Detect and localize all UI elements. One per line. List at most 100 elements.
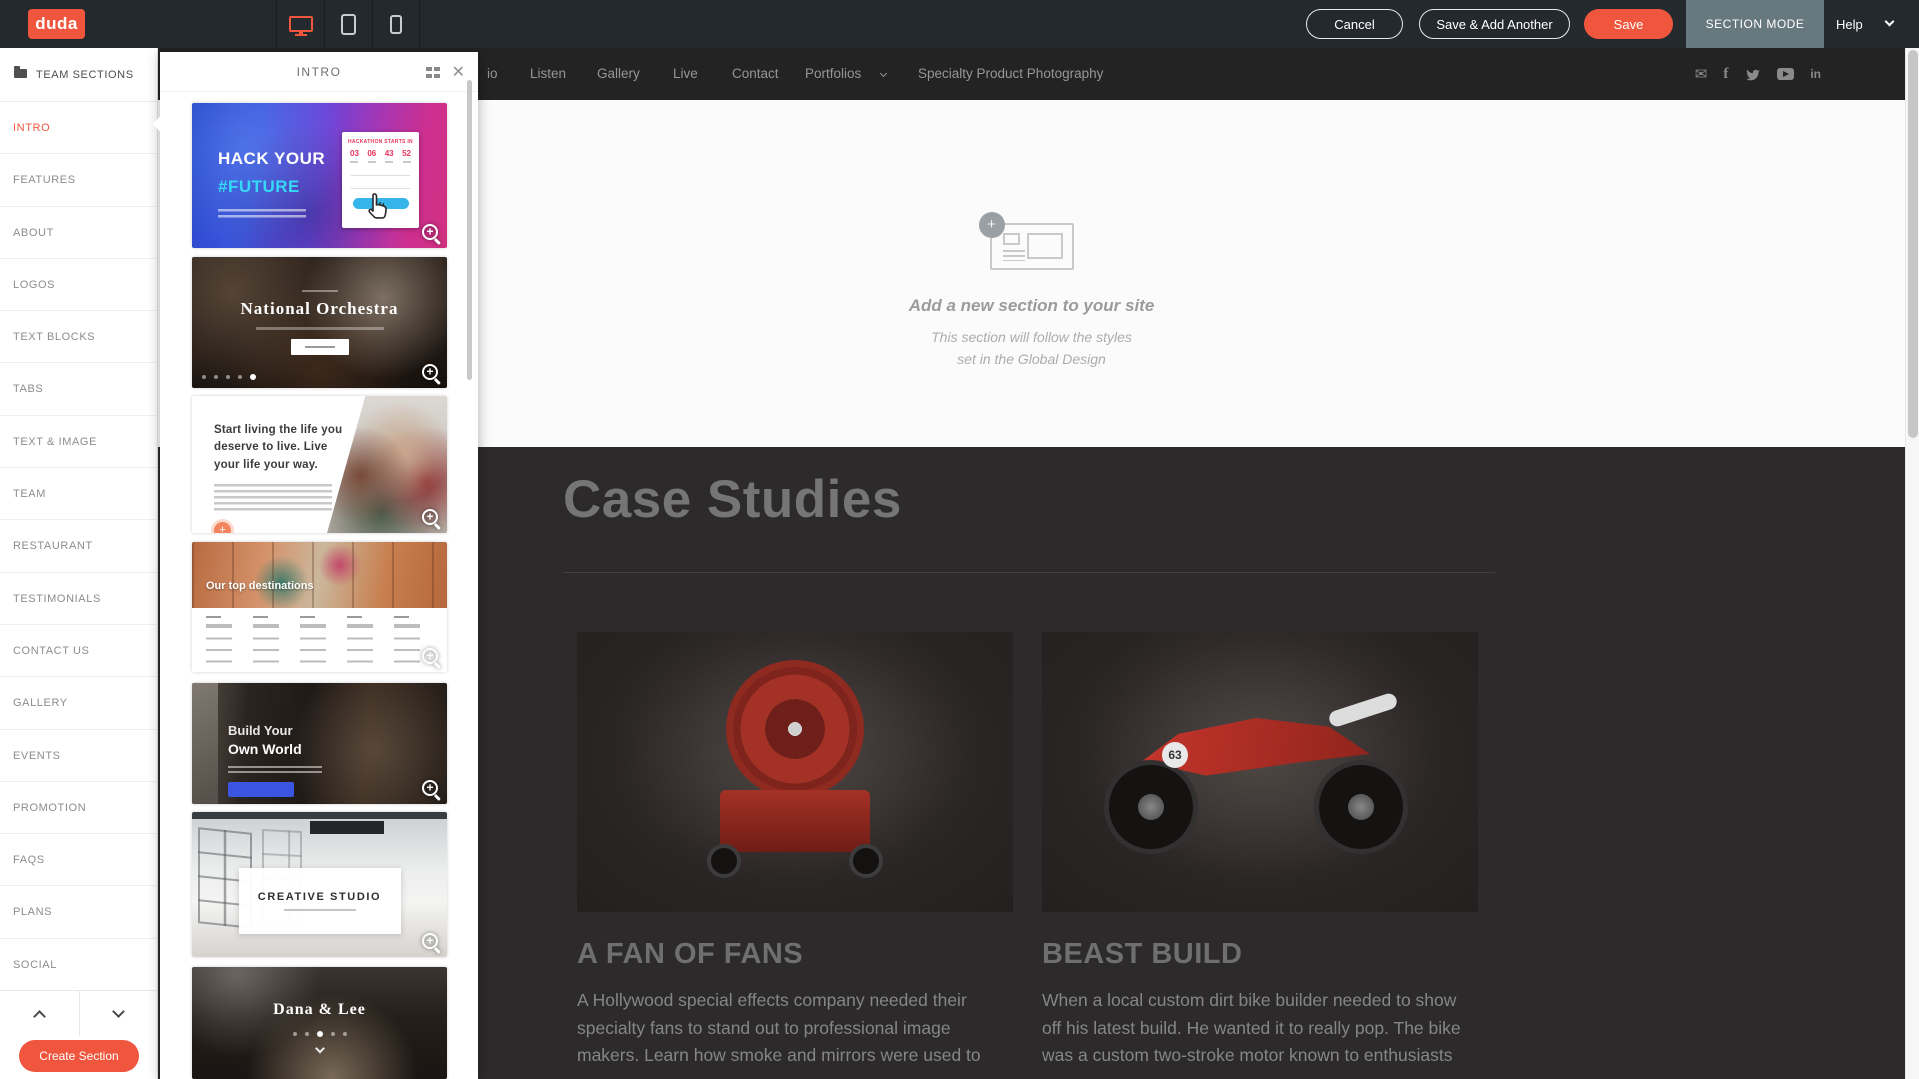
mobile-preview-button[interactable]	[372, 0, 420, 48]
sidebar-item-social[interactable]: SOCIAL	[0, 939, 157, 991]
youtube-icon[interactable]	[1777, 68, 1794, 80]
device-preview-switcher	[276, 0, 420, 48]
preview-magnifier-icon[interactable]	[422, 780, 438, 796]
wireframe-media-box	[1027, 233, 1063, 259]
sidebar-item-tabs[interactable]: TABS	[0, 363, 157, 415]
sections-sidebar: TEAM SECTIONS INTRO FEATURES ABOUT LOGOS…	[0, 48, 158, 1079]
case-study-card-bike: 63 BEAST BUILD When a local custom dirt …	[1042, 632, 1478, 1070]
scroll-down-button[interactable]	[79, 991, 158, 1036]
panel-title: INTRO	[160, 52, 478, 92]
template-thumb-orchestra[interactable]: National Orchestra	[192, 257, 447, 388]
template-thumb-hackathon[interactable]: HACK YOUR #FUTURE HACKATHON STARTS IN 03…	[192, 103, 447, 248]
countdown-digit: 03	[350, 149, 359, 158]
close-icon[interactable]: ✕	[452, 62, 465, 82]
fan-wheel-shape	[707, 844, 741, 878]
thumb-title-bold: Own World	[228, 741, 302, 757]
sidebar-item-about[interactable]: ABOUT	[0, 207, 157, 259]
site-nav-item-partial[interactable]: io	[487, 48, 498, 100]
linkedin-icon[interactable]: in	[1810, 67, 1821, 81]
sidebar-item-testimonials[interactable]: TESTIMONIALS	[0, 573, 157, 625]
preview-magnifier-icon[interactable]	[422, 648, 438, 664]
site-nav-item-specialty[interactable]: Specialty Product Photography	[918, 48, 1103, 100]
preview-magnifier-icon[interactable]	[422, 364, 438, 380]
countdown-value: 03	[350, 149, 359, 163]
desktop-preview-button[interactable]	[276, 0, 324, 48]
street-photo-placeholder	[192, 542, 447, 608]
preview-magnifier-icon[interactable]	[422, 509, 438, 525]
countdown-numbers: 03 06 43 52	[342, 145, 419, 163]
help-chevron-down-icon[interactable]	[1885, 17, 1895, 27]
fan-machine-image	[577, 632, 1013, 912]
site-nav-item-gallery[interactable]: Gallery	[597, 48, 640, 100]
sidebar-item-restaurant[interactable]: RESTAURANT	[0, 520, 157, 572]
sidebar-item-events[interactable]: EVENTS	[0, 730, 157, 782]
template-thumb-creative-studio[interactable]: CREATIVE STUDIO	[192, 812, 447, 957]
template-thumb-destinations[interactable]: Our top destinations	[192, 542, 447, 672]
sidebar-item-text-image[interactable]: TEXT & IMAGE	[0, 416, 157, 468]
countdown-value: 52	[402, 149, 411, 163]
sidebar-item-promotion[interactable]: PROMOTION	[0, 782, 157, 834]
cta-button-placeholder	[291, 339, 349, 355]
sidebar-item-faqs[interactable]: FAQS	[0, 834, 157, 886]
thumb-title: CREATIVE STUDIO	[258, 891, 381, 903]
case-study-text: A Hollywood special effects company need…	[577, 987, 1013, 1070]
site-social-icons: ✉ f in	[1695, 48, 1821, 100]
sidebar-item-logos[interactable]: LOGOS	[0, 259, 157, 311]
site-nav-item-portfolios[interactable]: Portfolios	[805, 48, 861, 100]
sidebar-item-plans[interactable]: PLANS	[0, 886, 157, 938]
intro-sections-panel: INTRO ✕ HACK YOUR #FUTURE HACKATHON STAR…	[160, 52, 478, 1079]
sidebar-item-team[interactable]: TEAM	[0, 468, 157, 520]
cancel-button[interactable]: Cancel	[1306, 9, 1403, 39]
tablet-icon	[341, 14, 356, 35]
sidebar-item-text-blocks[interactable]: TEXT BLOCKS	[0, 311, 157, 363]
dirt-bike-image: 63	[1042, 632, 1478, 912]
cta-button-placeholder	[353, 198, 409, 209]
panel-header: INTRO ✕	[160, 52, 478, 92]
twitter-icon[interactable]	[1744, 67, 1761, 82]
bike-number-plate: 63	[1162, 742, 1188, 768]
sidebar-header-label: TEAM SECTIONS	[36, 69, 134, 81]
portfolios-chevron-down-icon[interactable]	[880, 70, 887, 77]
thumb-title: Build Your	[228, 723, 293, 738]
sidebar-item-features[interactable]: FEATURES	[0, 154, 157, 206]
sidebar-item-contact-us[interactable]: CONTACT US	[0, 625, 157, 677]
save-add-another-button[interactable]: Save & Add Another	[1419, 9, 1570, 39]
template-thumb-lifestyle[interactable]: Start living the life you deserve to liv…	[192, 396, 447, 533]
sidebar-pager	[0, 990, 157, 1036]
countdown-digit: 52	[402, 149, 411, 158]
site-nav-item-contact[interactable]: Contact	[732, 48, 779, 100]
plus-circle-icon: +	[979, 212, 1005, 238]
fan-cage-shape	[726, 660, 864, 798]
page-scrollbar[interactable]	[1905, 48, 1919, 1079]
save-button[interactable]: Save	[1584, 9, 1673, 39]
overlay-card: CREATIVE STUDIO	[239, 868, 401, 934]
layout-toggle-icon[interactable]	[426, 67, 432, 71]
email-icon[interactable]: ✉	[1695, 65, 1708, 83]
sidebar-item-gallery[interactable]: GALLERY	[0, 677, 157, 729]
desktop-icon	[289, 16, 313, 32]
section-mode-badge: SECTION MODE	[1686, 0, 1824, 48]
site-nav-item-listen[interactable]: Listen	[530, 48, 566, 100]
thumb-title-accent: #FUTURE	[218, 177, 300, 197]
links-table-placeholder	[192, 608, 447, 672]
site-nav-item-live[interactable]: Live	[673, 48, 698, 100]
chevron-down-icon	[112, 1005, 125, 1018]
page-scrollbar-thumb[interactable]	[1908, 50, 1918, 438]
scroll-up-button[interactable]	[0, 991, 79, 1036]
preview-magnifier-icon[interactable]	[422, 224, 438, 240]
panel-scrollbar[interactable]	[467, 80, 472, 380]
sidebar-item-intro[interactable]: INTRO	[0, 102, 157, 154]
top-bar: duda Cancel Save & Add Another Save SECT…	[0, 0, 1919, 48]
help-menu[interactable]: Help	[1836, 0, 1863, 48]
facebook-icon[interactable]: f	[1723, 66, 1728, 83]
form-field-placeholder	[351, 170, 410, 176]
duda-logo[interactable]: duda	[28, 9, 85, 39]
preview-magnifier-icon[interactable]	[422, 933, 438, 949]
ornament-line	[302, 290, 338, 292]
template-thumb-dana-lee[interactable]: Dana & Lee	[192, 967, 447, 1079]
template-thumb-own-world[interactable]: Build Your Own World	[192, 683, 447, 804]
tablet-preview-button[interactable]	[324, 0, 372, 48]
bike-wheel-shape	[1314, 760, 1408, 854]
create-section-button[interactable]: Create Section	[19, 1040, 139, 1072]
chevron-up-icon	[33, 1010, 46, 1023]
